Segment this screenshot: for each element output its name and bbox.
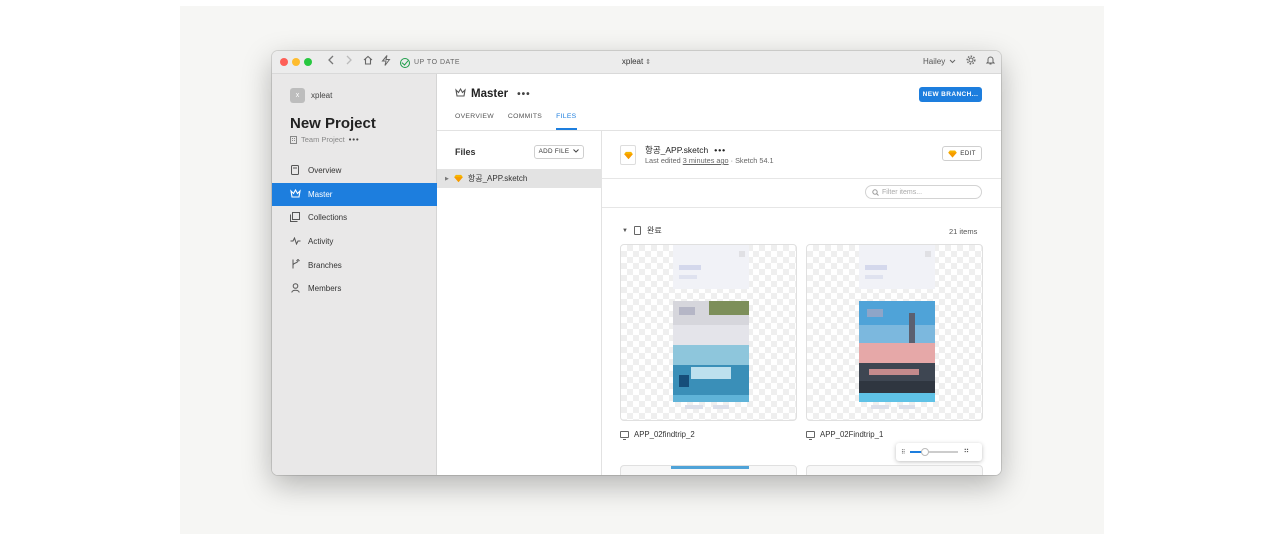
- file-detail-panel: 항공_APP.sketch ••• Last edited 3 minutes a…: [602, 131, 1001, 475]
- page-group-header[interactable]: ▼ 완료: [622, 225, 662, 236]
- artboard-label[interactable]: APP_02findtrip_2: [620, 430, 695, 440]
- page-group-name: 완료: [646, 226, 662, 235]
- add-file-label: ADD FILE: [538, 148, 570, 155]
- new-branch-button[interactable]: NEW BRANCH...: [919, 87, 982, 102]
- person-icon: [290, 282, 300, 295]
- files-title: Files: [455, 147, 476, 157]
- document-more-button[interactable]: •••: [714, 145, 726, 155]
- artboard-preview-image: [859, 245, 935, 409]
- meta-prefix: Last edited: [645, 156, 683, 165]
- building-icon: [290, 135, 297, 144]
- activity-icon: [290, 236, 301, 247]
- file-list-item[interactable]: ▶ 항공_APP.sketch: [437, 169, 602, 188]
- filter-placeholder: Filter items...: [882, 188, 923, 196]
- document-meta: Last edited 3 minutes ago · Sketch 54.1: [645, 156, 774, 165]
- sidebar-item-collections[interactable]: Collections: [272, 206, 437, 230]
- tab-commits[interactable]: COMMITS: [508, 112, 542, 130]
- files-panel: Files ADD FILE ▶ 항공_APP.sketch: [437, 131, 602, 475]
- edit-button[interactable]: EDIT: [942, 146, 982, 161]
- zoom-control: ⠿ ⠛: [896, 443, 982, 461]
- collections-icon: [290, 211, 300, 224]
- artboard-name: APP_02findtrip_2: [634, 430, 695, 439]
- disclosure-triangle-icon[interactable]: ▶: [445, 176, 449, 182]
- project-type: Team Project: [301, 135, 345, 144]
- file-name: 항공_APP.sketch: [467, 174, 528, 183]
- tab-bar: OVERVIEW COMMITS FILES: [455, 112, 591, 130]
- artboard-thumbnail[interactable]: [806, 244, 983, 421]
- artboard-thumbnail[interactable]: [620, 244, 797, 421]
- meta-suffix: · Sketch 54.1: [728, 156, 774, 165]
- artboard-name: APP_02Findtrip_1: [820, 430, 884, 439]
- monitor-icon: [806, 431, 815, 440]
- artboard-preview-image: [671, 466, 749, 469]
- sketch-file-icon: [454, 174, 463, 183]
- sidebar-item-branches[interactable]: Branches: [272, 253, 437, 277]
- branch-icon: [290, 258, 300, 271]
- item-count: 21 items: [949, 227, 978, 236]
- sidebar-item-label: Collections: [308, 213, 348, 223]
- tab-overview[interactable]: OVERVIEW: [455, 112, 494, 130]
- bell-icon[interactable]: [984, 55, 996, 70]
- add-file-button[interactable]: ADD FILE: [534, 145, 584, 159]
- gear-icon[interactable]: [965, 55, 977, 70]
- zoom-slider[interactable]: [910, 448, 959, 456]
- artboard-thumbnail[interactable]: [620, 465, 797, 475]
- crown-icon: [290, 188, 301, 200]
- user-name: Hailey: [923, 57, 946, 66]
- title-bar: UP TO DATE xpleat ⇕ Hailey: [272, 51, 1001, 74]
- sidebar-item-activity[interactable]: Activity: [272, 230, 437, 254]
- zoom-slider-knob[interactable]: [920, 448, 929, 456]
- document-name: 항공_APP.sketch: [645, 145, 709, 155]
- divider: [602, 178, 1001, 179]
- divider: [602, 207, 1001, 208]
- disclosure-triangle-icon[interactable]: ▼: [622, 228, 628, 234]
- window-title[interactable]: xpleat ⇕: [272, 57, 1001, 66]
- filter-input[interactable]: Filter items...: [865, 185, 982, 199]
- page-icon: [633, 226, 641, 235]
- crown-icon: [455, 87, 466, 100]
- org-avatar: x: [290, 88, 305, 103]
- sidebar-item-label: Activity: [308, 237, 334, 247]
- project-title: New Project: [290, 115, 376, 132]
- artboard-preview-image: [673, 245, 749, 409]
- search-icon: [872, 188, 879, 196]
- sidebar-item-overview[interactable]: Overview: [272, 159, 437, 183]
- large-grid-icon[interactable]: ⠛: [963, 448, 969, 457]
- project-subtitle: Team Project •••: [290, 135, 360, 144]
- org-switcher[interactable]: x xpleat: [290, 88, 332, 103]
- chevron-down-icon: [950, 59, 956, 64]
- sidebar-item-members[interactable]: Members: [272, 277, 437, 301]
- sidebar-item-label: Members: [308, 284, 342, 294]
- sidebar-item-master[interactable]: Master: [272, 182, 437, 207]
- updown-chevron-icon: ⇕: [645, 59, 652, 66]
- edit-label: EDIT: [960, 150, 976, 157]
- sidebar: x xpleat New Project Team Project ••• Ov…: [272, 74, 437, 475]
- monitor-icon: [620, 431, 629, 440]
- window-title-text: xpleat: [621, 57, 644, 66]
- user-menu[interactable]: Hailey: [923, 57, 956, 66]
- small-grid-icon[interactable]: ⠿: [901, 449, 905, 456]
- artboard-label[interactable]: APP_02Findtrip_1: [806, 430, 884, 440]
- sketch-document-icon: [620, 145, 636, 165]
- sketch-gem-icon: [624, 151, 633, 160]
- document-title: 항공_APP.sketch •••: [645, 144, 726, 156]
- main-content: Master ••• NEW BRANCH... OVERVIEW COMMIT…: [437, 74, 1001, 475]
- document-icon: [290, 164, 300, 177]
- last-edited-link[interactable]: 3 minutes ago: [683, 156, 729, 165]
- branch-title: Master: [471, 88, 509, 100]
- tab-files[interactable]: FILES: [556, 112, 577, 130]
- sidebar-nav: Overview Master Collections Activity Bra…: [272, 159, 437, 301]
- branch-header: Master •••: [455, 87, 531, 100]
- sketch-gem-icon: [948, 149, 957, 158]
- sidebar-item-label: Overview: [308, 166, 342, 176]
- project-more-button[interactable]: •••: [349, 135, 360, 144]
- artboard-thumbnail[interactable]: [806, 465, 983, 475]
- chevron-down-icon: [573, 149, 580, 153]
- sidebar-item-label: Master: [308, 189, 333, 199]
- branch-more-button[interactable]: •••: [517, 89, 531, 100]
- sidebar-item-label: Branches: [308, 260, 342, 270]
- app-window: UP TO DATE xpleat ⇕ Hailey x xpleat New P…: [272, 51, 1001, 475]
- org-name: xpleat: [311, 91, 333, 100]
